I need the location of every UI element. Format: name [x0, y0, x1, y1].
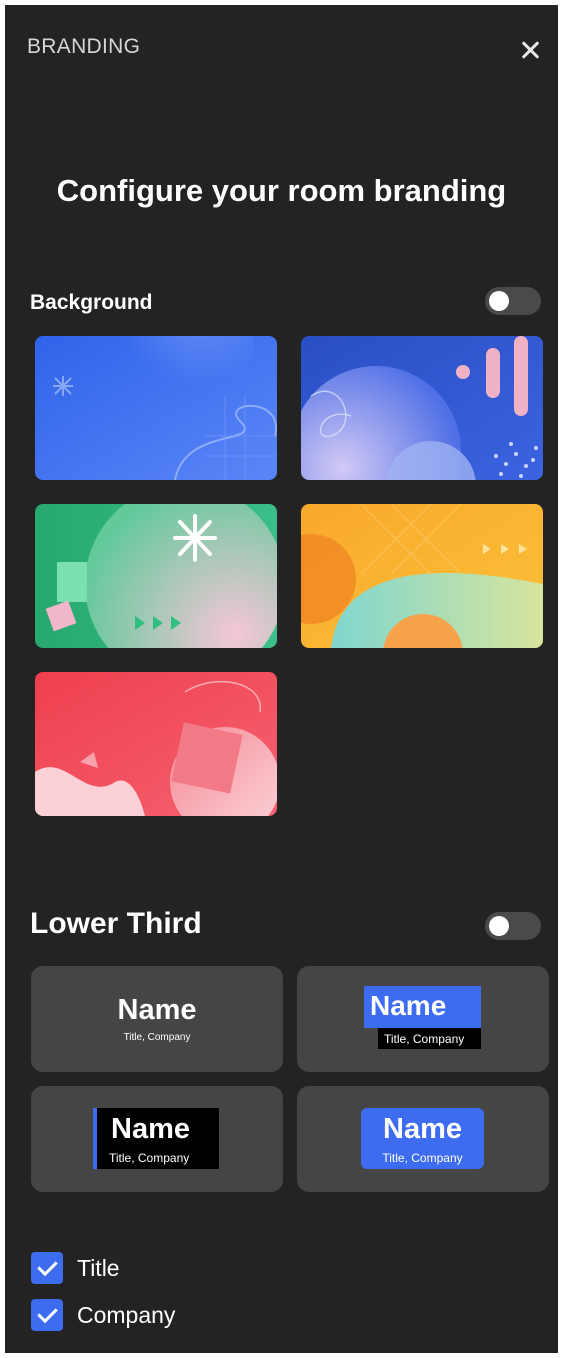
- lower-third-subtitle: Title, Company: [382, 1151, 463, 1165]
- panel-title: BRANDING: [27, 35, 141, 58]
- background-blue-purple-image: [301, 336, 543, 480]
- company-checkbox-label: Company: [77, 1302, 176, 1328]
- lower-third-subtitle: Title, Company: [123, 1032, 191, 1043]
- background-option-red[interactable]: [35, 672, 277, 816]
- lower-third-subtitle: Title, Company: [384, 1032, 465, 1046]
- lower-third-name: Name: [383, 1113, 462, 1145]
- lower-third-name-block: Name Title, Company: [361, 1108, 484, 1169]
- toggle-knob: [489, 291, 509, 311]
- lower-third-name: Name: [117, 994, 197, 1026]
- toggle-knob: [489, 916, 509, 936]
- background-red-image: [35, 672, 277, 816]
- background-blue-image: [35, 336, 277, 480]
- lower-third-style-plain[interactable]: Name Title, Company: [31, 966, 283, 1072]
- lower-third-subtitle: Title, Company: [109, 1151, 190, 1165]
- background-option-yellow[interactable]: [301, 504, 543, 648]
- lower-third-name: Name: [370, 990, 447, 1021]
- title-checkbox[interactable]: [31, 1252, 63, 1284]
- branding-panel: BRANDING Configure your room branding Ba…: [5, 5, 558, 1353]
- lower-third-subtitle-block: Title, Company: [378, 1028, 481, 1049]
- lower-third-name: Name: [111, 1113, 190, 1145]
- lower-third-style-blue-rounded[interactable]: Name Title, Company: [297, 1086, 549, 1192]
- close-icon[interactable]: [515, 35, 545, 65]
- lower-third-style-black-bar[interactable]: Name Title, Company: [31, 1086, 283, 1192]
- lower-third-toggle[interactable]: [485, 912, 541, 940]
- title-checkbox-label: Title: [77, 1255, 120, 1281]
- background-toggle[interactable]: [485, 287, 541, 315]
- background-option-blue[interactable]: [35, 336, 277, 480]
- background-green-image: [35, 504, 277, 648]
- page-title: Configure your room branding: [56, 173, 507, 208]
- background-option-green[interactable]: [35, 504, 277, 648]
- lower-third-name-block: Name: [364, 986, 481, 1028]
- company-checkbox[interactable]: [31, 1299, 63, 1331]
- lower-third-name-block: Name Title, Company: [93, 1108, 219, 1169]
- lower-third-label: Lower Third: [30, 907, 202, 940]
- background-label: Background: [30, 291, 153, 314]
- background-option-blue-purple[interactable]: [301, 336, 543, 480]
- background-yellow-image: [301, 504, 543, 648]
- lower-third-style-blue-block[interactable]: Name Title, Company: [297, 966, 549, 1072]
